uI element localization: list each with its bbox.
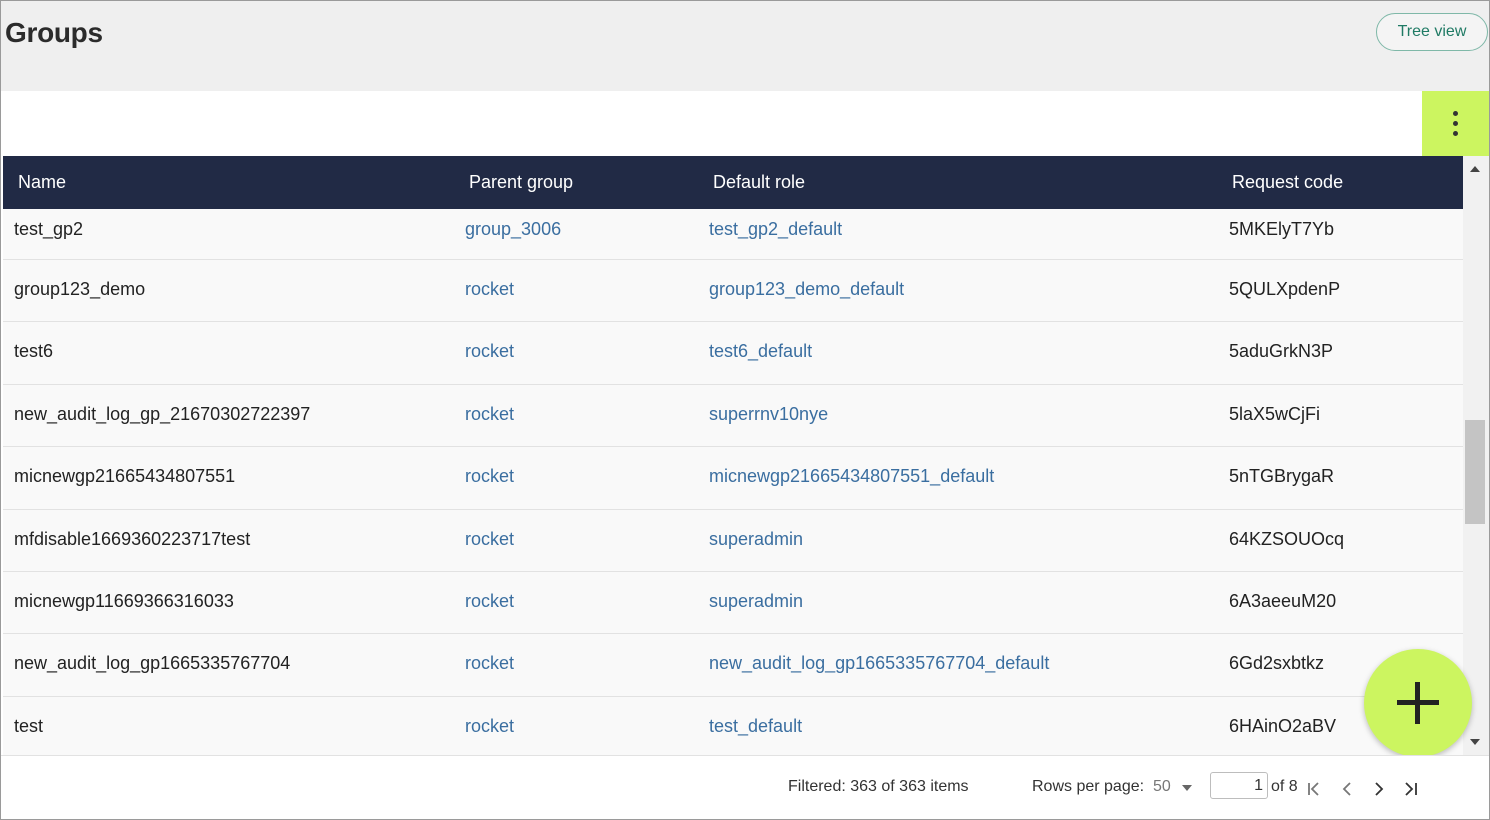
chevron-right-icon[interactable] xyxy=(1368,778,1390,800)
table-body: test_gp2 group_3006 test_gp2_default 5MK… xyxy=(3,209,1463,755)
page-header: Groups Tree view xyxy=(1,1,1489,91)
column-header-request-code[interactable]: Request code xyxy=(1232,172,1343,193)
table-toolbar xyxy=(1,91,1489,156)
request-code: 6HAinO2aBV xyxy=(1229,715,1337,736)
column-header-default-role[interactable]: Default role xyxy=(713,172,805,193)
group-name: test_gp2 xyxy=(14,219,84,239)
request-code: 5nTGBrygaR xyxy=(1229,466,1335,487)
table-row[interactable]: group123_demo rocket group123_demo_defau… xyxy=(3,260,1463,323)
parent-group-link[interactable]: rocket xyxy=(465,466,514,487)
default-role-link[interactable]: superadmin xyxy=(709,591,803,612)
request-code: 6Gd2sxbtkz xyxy=(1229,653,1325,674)
table-row[interactable]: test rocket test_default 6HAinO2aBV xyxy=(3,696,1463,755)
request-code: 5MKElyT7Yb xyxy=(1229,219,1335,239)
table-row[interactable]: micnewgp21665434807551 rocket micnewgp21… xyxy=(3,447,1463,510)
chevron-left-icon[interactable] xyxy=(1336,778,1358,800)
app-window: Groups Tree view Name Parent group Defau… xyxy=(0,0,1490,820)
more-vertical-icon xyxy=(1453,121,1458,126)
vertical-scrollbar[interactable] xyxy=(1463,156,1489,755)
request-code: 5aduGrkN3P xyxy=(1229,341,1334,362)
group-name: new_audit_log_gp1665335767704 xyxy=(14,653,291,674)
parent-group-link[interactable]: rocket xyxy=(465,716,514,737)
group-name: group123_demo xyxy=(14,279,146,299)
first-page-icon[interactable] xyxy=(1304,778,1326,800)
group-name: micnewgp11669366316033 xyxy=(14,590,234,611)
page-title: Groups xyxy=(5,17,103,48)
default-role-link[interactable]: superrnv10nye xyxy=(709,404,828,425)
scroll-up-arrow-icon[interactable] xyxy=(1470,166,1480,172)
table-header: Name Parent group Default role Request c… xyxy=(3,156,1463,209)
group-name: new_audit_log_gp_21670302722397 xyxy=(14,403,311,424)
table-row[interactable]: mfdisable1669360223717test rocket supera… xyxy=(3,509,1463,572)
scrollbar-thumb[interactable] xyxy=(1465,420,1485,524)
parent-group-link[interactable]: rocket xyxy=(465,279,514,300)
request-code: 5QULXpdenP xyxy=(1229,279,1341,299)
default-role-link[interactable]: micnewgp21665434807551_default xyxy=(709,466,994,487)
pagination-footer: Filtered: 363 of 363 items Rows per page… xyxy=(1,755,1489,819)
group-name: test xyxy=(14,715,44,736)
filtered-count: Filtered: 363 of 363 items xyxy=(788,778,969,795)
default-role-link[interactable]: test_default xyxy=(709,716,802,737)
default-role-link[interactable]: new_audit_log_gp1665335767704_default xyxy=(709,653,1049,674)
table-row[interactable]: new_audit_log_gp1665335767704 rocket new… xyxy=(3,634,1463,697)
more-vertical-icon xyxy=(1453,131,1458,136)
scroll-down-arrow-icon[interactable] xyxy=(1470,739,1480,745)
table-row[interactable]: new_audit_log_gp_21670302722397 rocket s… xyxy=(3,384,1463,448)
default-role-link[interactable]: test6_default xyxy=(709,341,812,362)
chevron-down-icon[interactable] xyxy=(1182,785,1192,791)
parent-group-link[interactable]: group_3006 xyxy=(465,219,561,240)
default-role-link[interactable]: group123_demo_default xyxy=(709,279,904,300)
request-code: 5laX5wCjFi xyxy=(1229,403,1321,424)
page-number-input[interactable] xyxy=(1210,772,1268,799)
parent-group-link[interactable]: rocket xyxy=(465,591,514,612)
column-header-parent-group[interactable]: Parent group xyxy=(469,172,573,193)
request-code: 6A3aeeuM20 xyxy=(1229,590,1337,611)
group-name: mfdisable1669360223717test xyxy=(14,528,251,549)
more-options-button[interactable] xyxy=(1422,91,1489,156)
default-role-link[interactable]: test_gp2_default xyxy=(709,219,842,240)
page-total: of 8 xyxy=(1271,778,1298,795)
group-name: micnewgp21665434807551 xyxy=(14,466,236,487)
parent-group-link[interactable]: rocket xyxy=(465,653,514,674)
rows-per-page-label: Rows per page: xyxy=(1032,778,1145,795)
last-page-icon[interactable] xyxy=(1400,778,1422,800)
plus-icon xyxy=(1415,682,1420,724)
parent-group-link[interactable]: rocket xyxy=(465,404,514,425)
table-row[interactable]: micnewgp11669366316033 rocket superadmin… xyxy=(3,571,1463,635)
table-row[interactable]: test6 rocket test6_default 5aduGrkN3P xyxy=(3,322,1463,385)
table-row[interactable]: test_gp2 group_3006 test_gp2_default 5MK… xyxy=(3,209,1463,260)
request-code: 64KZSOUOcq xyxy=(1229,528,1345,549)
parent-group-link[interactable]: rocket xyxy=(465,529,514,550)
more-vertical-icon xyxy=(1453,111,1458,116)
parent-group-link[interactable]: rocket xyxy=(465,341,514,362)
column-header-name[interactable]: Name xyxy=(18,172,66,193)
tree-view-button[interactable]: Tree view xyxy=(1376,13,1488,51)
default-role-link[interactable]: superadmin xyxy=(709,529,803,550)
group-name: test6 xyxy=(14,341,54,362)
add-group-button[interactable] xyxy=(1364,649,1472,757)
